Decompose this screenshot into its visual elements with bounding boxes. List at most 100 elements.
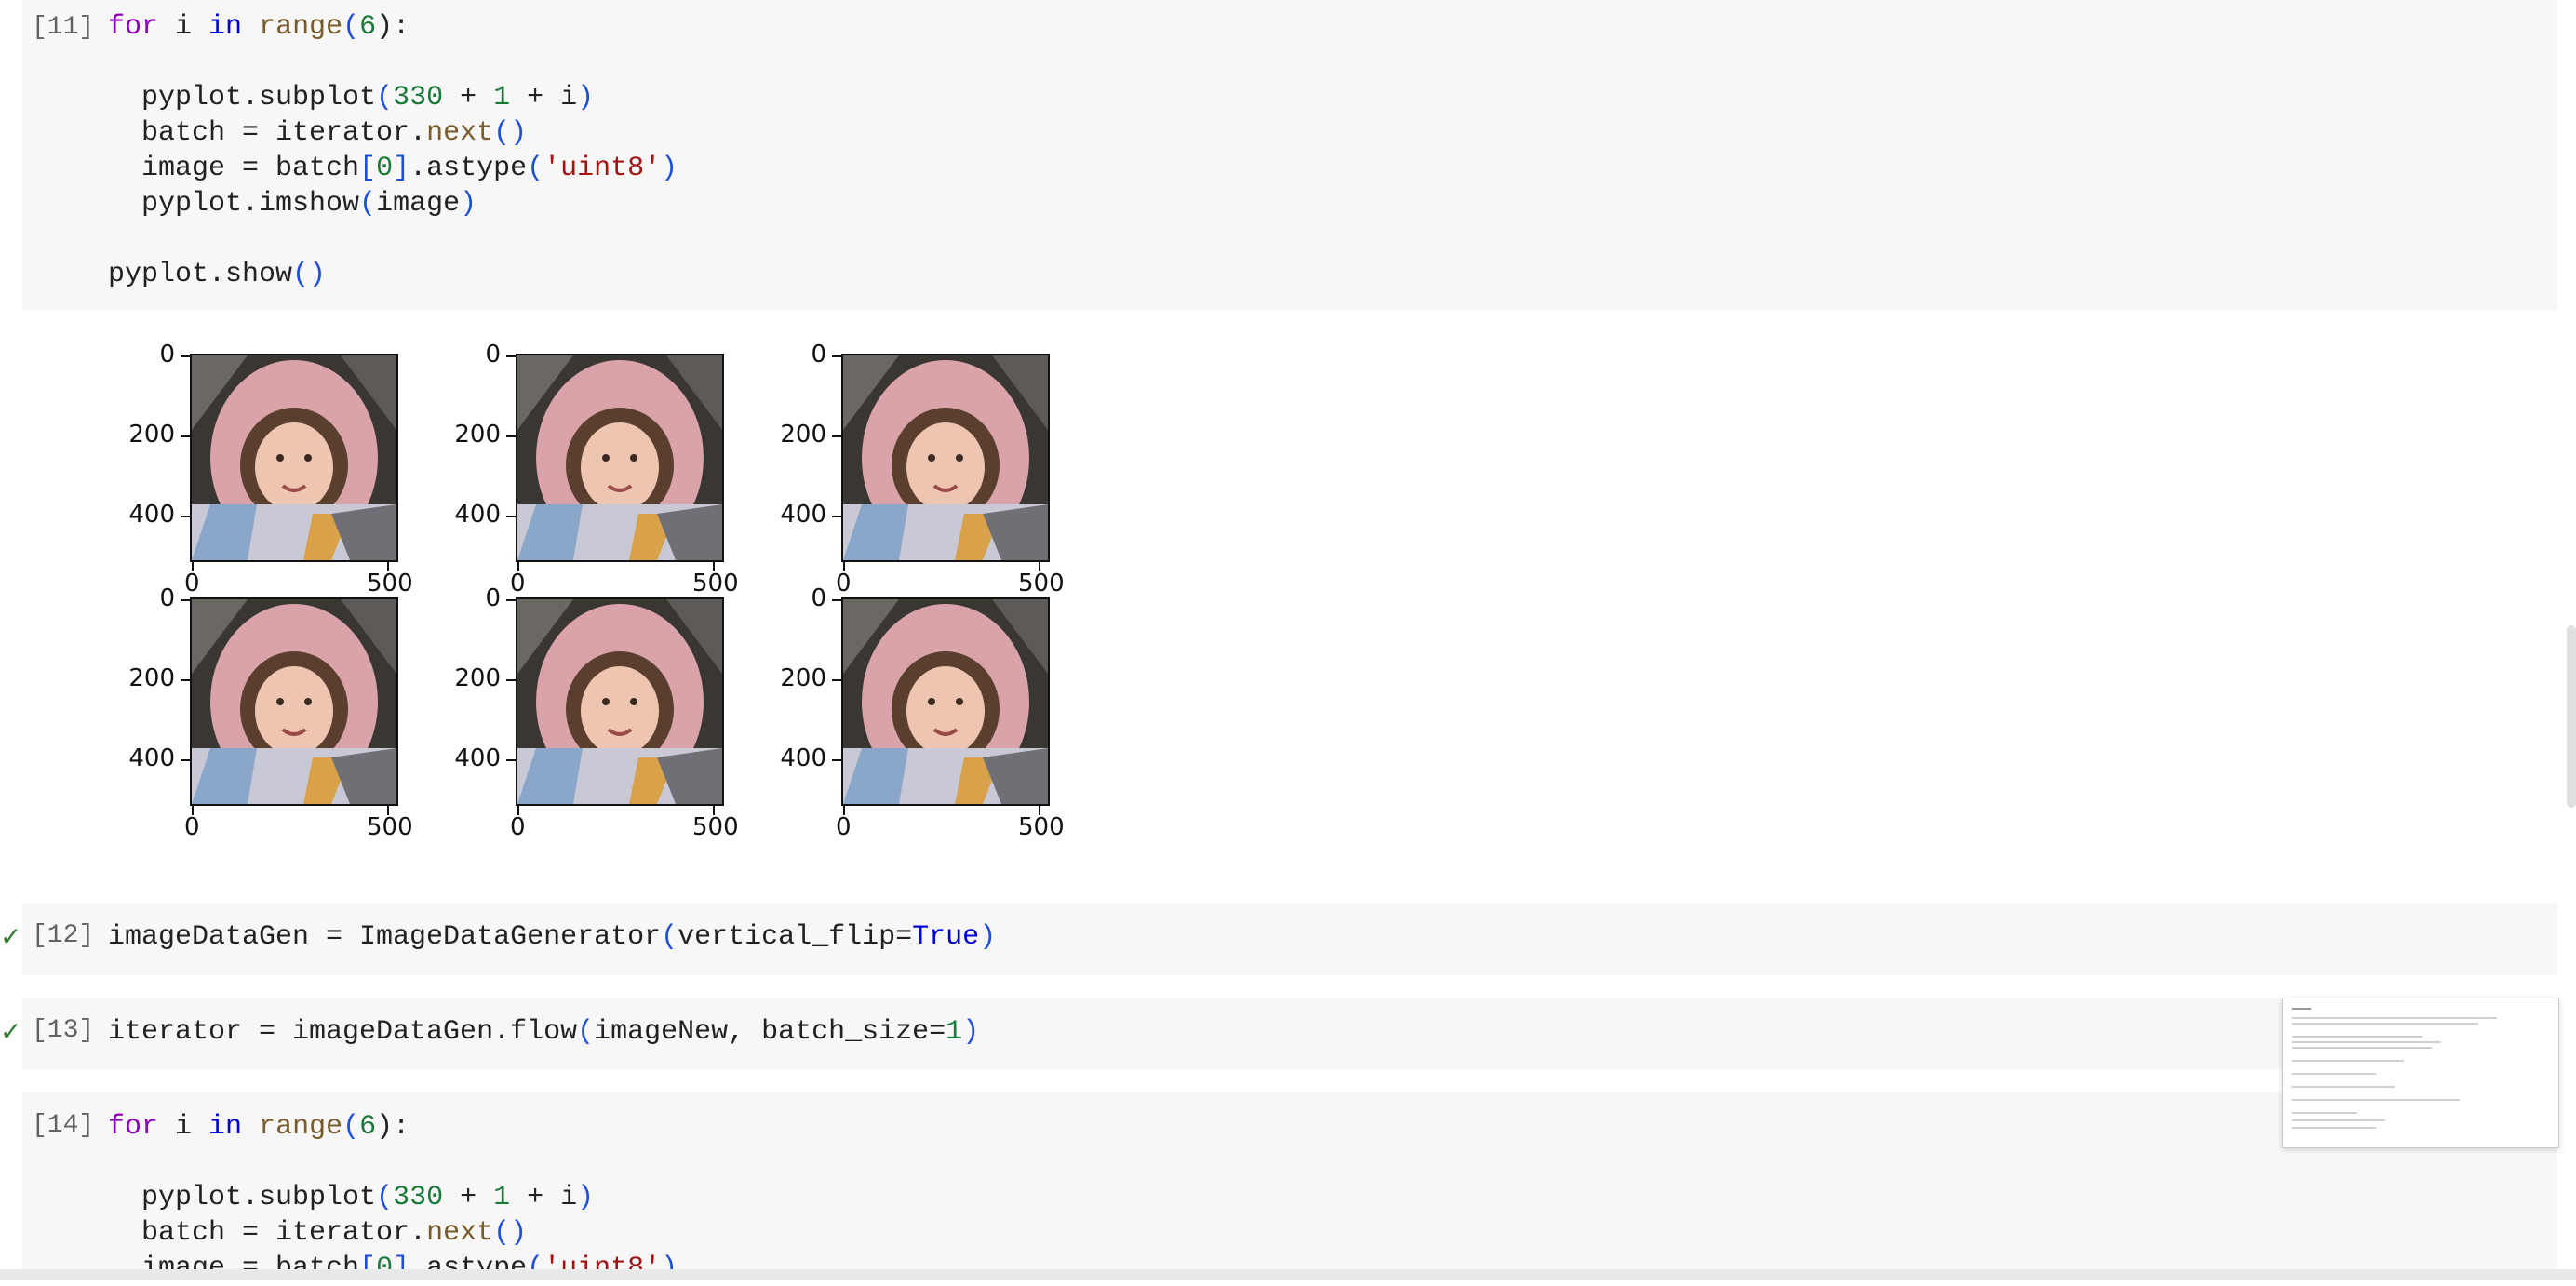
code-token: + i xyxy=(510,1182,578,1213)
cell-code-12[interactable]: imageDataGen = ImageDataGenerator(vertic… xyxy=(108,919,996,955)
cell-code-14[interactable]: for i in range(6): pyplot.subplot(330 + … xyxy=(108,1109,678,1286)
y-tick-mark xyxy=(506,355,516,357)
code-token: ) xyxy=(460,188,477,220)
cell-code-13[interactable]: iterator = imageDataGen.flow(imageNew, b… xyxy=(108,1014,979,1050)
cell-code-11[interactable]: for i in range(6): pyplot.subplot(330 + … xyxy=(108,9,678,292)
cell-prompt: [12] xyxy=(32,921,95,950)
y-tick-mark xyxy=(832,599,841,601)
y-tick-mark xyxy=(506,599,516,601)
code-line: batch = iterator.next() xyxy=(108,1215,678,1251)
portrait-photo xyxy=(843,355,1048,560)
y-tick-label: 200 xyxy=(780,664,826,692)
y-tick-label: 400 xyxy=(454,501,501,529)
cell-prompt: [13] xyxy=(32,1016,95,1045)
cell-prompt: [11] xyxy=(32,13,95,42)
code-token: ) xyxy=(962,1016,980,1048)
code-token: + xyxy=(443,82,494,114)
subplot-image xyxy=(841,597,1050,806)
code-token: range xyxy=(259,1111,343,1143)
code-token: ): xyxy=(376,1111,410,1143)
code-token: ( xyxy=(527,153,544,184)
code-line: for i in range(6): xyxy=(108,9,678,45)
code-token: ] xyxy=(393,153,410,184)
code-token: 330 xyxy=(393,82,444,114)
y-tick-label: 200 xyxy=(454,664,501,692)
y-tick-label: 0 xyxy=(811,584,826,612)
code-token: pyplot.show xyxy=(108,259,293,290)
code-token: pyplot.imshow xyxy=(108,188,360,220)
x-tick-label: 500 xyxy=(367,569,413,597)
cell-output-11: 0 200 400 0 500 0 200 400 0 500 0 200 40… xyxy=(22,316,1139,856)
x-tick-label: 0 xyxy=(510,569,526,597)
code-token: () xyxy=(493,1217,528,1249)
code-cell-11[interactable]: [11] for i in range(6): pyplot.subplot(3… xyxy=(22,0,2557,311)
y-tick-label: 0 xyxy=(159,341,175,368)
code-cell-13[interactable]: [13] iterator = imageDataGen.flow(imageN… xyxy=(22,998,2557,1070)
code-line: pyplot.show() xyxy=(108,257,678,292)
y-tick-label: 200 xyxy=(454,421,501,449)
y-tick-mark xyxy=(506,516,516,517)
portrait-photo xyxy=(192,599,396,804)
code-line: for i in range(6): xyxy=(108,1109,678,1145)
subplot-image xyxy=(190,354,398,562)
code-token: vertical_flip= xyxy=(678,921,913,953)
code-cell-12[interactable]: [12] imageDataGen = ImageDataGenerator(v… xyxy=(22,903,2557,975)
y-tick-label: 400 xyxy=(780,501,826,529)
portrait-photo xyxy=(517,599,722,804)
code-token: next xyxy=(426,1217,494,1249)
code-token: in xyxy=(208,11,243,43)
code-cell-14[interactable]: [14] for i in range(6): pyplot.subplot(3… xyxy=(22,1092,2557,1284)
x-tick-label: 500 xyxy=(1018,813,1065,841)
x-tick-label: 500 xyxy=(692,813,739,841)
code-token: for xyxy=(108,11,159,43)
code-token: batch = iterator. xyxy=(108,117,427,149)
y-tick-mark xyxy=(181,679,190,681)
x-tick-label: 0 xyxy=(836,813,852,841)
bottom-bar xyxy=(0,1269,2576,1280)
x-tick-label: 0 xyxy=(510,813,526,841)
code-line: image = batch[0].astype('uint8') xyxy=(108,151,678,186)
code-token: batch = iterator. xyxy=(108,1217,427,1249)
code-line: pyplot.subplot(330 + 1 + i) xyxy=(108,1180,678,1215)
code-token: 6 xyxy=(359,11,377,43)
vertical-scrollbar[interactable] xyxy=(2567,625,2576,808)
code-token: i xyxy=(158,1111,209,1143)
executed-check-icon: ✓ xyxy=(0,921,22,952)
y-tick-label: 0 xyxy=(811,341,826,368)
y-tick-label: 200 xyxy=(128,664,175,692)
y-tick-label: 0 xyxy=(485,584,501,612)
y-tick-label: 0 xyxy=(485,341,501,368)
y-tick-label: 400 xyxy=(128,501,175,529)
code-token: ( xyxy=(577,1016,595,1048)
y-tick-mark xyxy=(506,435,516,437)
x-tick-label: 0 xyxy=(184,569,200,597)
y-tick-mark xyxy=(832,355,841,357)
code-token: 0 xyxy=(376,153,394,184)
code-token: imageDataGen = ImageDataGenerator xyxy=(108,921,662,953)
code-token: 1 xyxy=(493,82,511,114)
portrait-photo xyxy=(517,355,722,560)
y-tick-label: 400 xyxy=(128,744,175,772)
y-tick-mark xyxy=(181,435,190,437)
x-tick-label: 500 xyxy=(692,569,739,597)
code-line: pyplot.subplot(330 + 1 + i) xyxy=(108,80,678,115)
code-token: + xyxy=(443,1182,494,1213)
portrait-photo xyxy=(192,355,396,560)
code-token: ( xyxy=(376,82,394,114)
subplot-image xyxy=(516,597,724,806)
code-token: 6 xyxy=(359,1111,377,1143)
y-tick-label: 200 xyxy=(780,421,826,449)
y-tick-mark xyxy=(832,516,841,517)
notebook-minimap[interactable] xyxy=(2282,998,2559,1148)
y-tick-mark xyxy=(181,759,190,761)
code-token: ( xyxy=(342,11,360,43)
code-line: iterator = imageDataGen.flow(imageNew, b… xyxy=(108,1014,979,1050)
code-token: pyplot.subplot xyxy=(108,82,377,114)
y-tick-mark xyxy=(506,679,516,681)
y-tick-mark xyxy=(832,759,841,761)
code-token: next xyxy=(426,117,494,149)
y-tick-mark xyxy=(832,435,841,437)
